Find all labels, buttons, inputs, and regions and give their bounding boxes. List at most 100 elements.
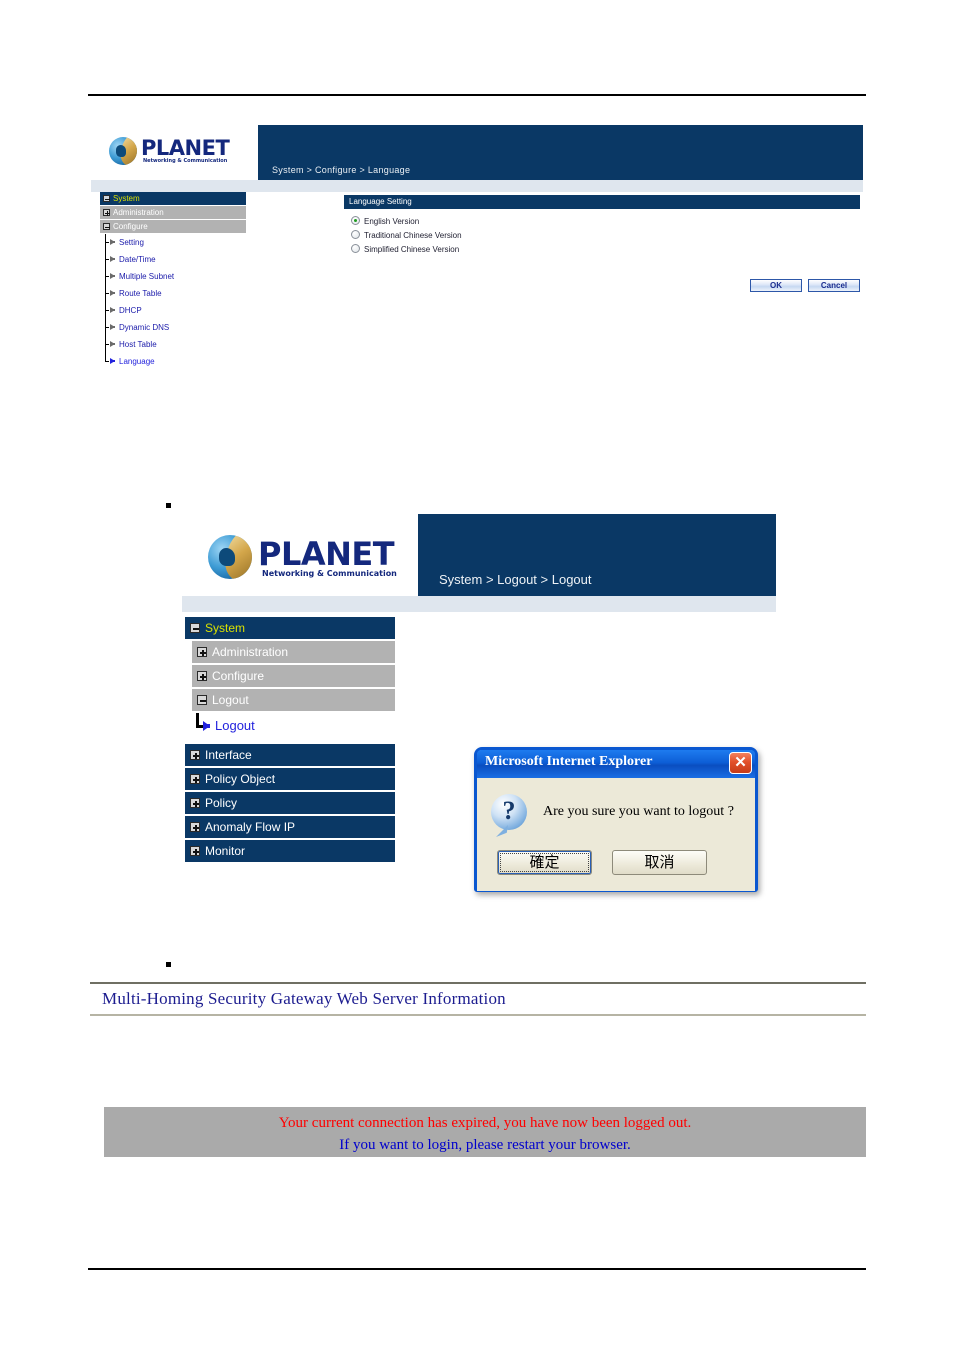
figure1-banner: System > Configure > Language bbox=[258, 125, 863, 180]
globe-icon bbox=[109, 137, 137, 165]
sidebar-item-language[interactable]: Language bbox=[100, 353, 246, 370]
radio-option-traditional-chinese[interactable]: Traditional Chinese Version bbox=[351, 229, 860, 243]
sidebar-item-label: Logout bbox=[215, 718, 255, 733]
arrow-right-icon bbox=[110, 273, 115, 279]
arrow-right-icon bbox=[110, 239, 115, 245]
plus-box-icon bbox=[103, 209, 110, 216]
radio-label: Simplified Chinese Version bbox=[364, 245, 460, 254]
radio-label: Traditional Chinese Version bbox=[364, 231, 462, 240]
sidebar-item-policy[interactable]: Policy bbox=[185, 792, 395, 814]
arrow-right-icon bbox=[110, 324, 115, 330]
sidebar-item-label: Configure bbox=[113, 222, 148, 231]
sidebar-item-label: System bbox=[205, 621, 246, 635]
dialog-ok-button[interactable]: 確定 bbox=[497, 850, 592, 875]
sidebar-item-logout[interactable]: Logout bbox=[185, 713, 395, 739]
sidebar-item-label: DHCP bbox=[119, 306, 142, 315]
sidebar-item-label: Policy bbox=[205, 796, 238, 810]
sidebar-item-label: Monitor bbox=[205, 844, 246, 858]
arrow-right-icon bbox=[110, 256, 115, 262]
minus-box-icon bbox=[190, 623, 200, 633]
sidebar-item-dynamic-dns[interactable]: Dynamic DNS bbox=[100, 319, 246, 336]
dialog-button-row: 確定 取消 bbox=[497, 850, 707, 875]
globe-icon bbox=[208, 535, 252, 579]
sidebar-item-label: Administration bbox=[212, 645, 289, 659]
logout-screenshot: PLANET Networking & Communication System… bbox=[182, 514, 776, 892]
sidebar-item-dhcp[interactable]: DHCP bbox=[100, 302, 246, 319]
planet-wordmark: PLANET bbox=[141, 136, 230, 160]
sidebar-item-anomaly-flow-ip[interactable]: Anomaly Flow IP bbox=[185, 816, 395, 838]
tree-connector bbox=[105, 251, 109, 268]
sidebar-item-configure[interactable]: Configure bbox=[192, 665, 395, 687]
sidebar-item-label: Date/Time bbox=[119, 255, 156, 264]
planet-wordmark: PLANET bbox=[258, 535, 395, 573]
sidebar-item-label: Interface bbox=[205, 748, 252, 762]
radio-icon[interactable] bbox=[351, 244, 360, 253]
sidebar-item-label: Anomaly Flow IP bbox=[205, 820, 296, 834]
arrow-right-icon bbox=[110, 290, 115, 296]
sidebar-item-label: Configure bbox=[212, 669, 265, 683]
doc-bullet-2 bbox=[166, 962, 171, 967]
language-setting-screenshot: PLANET Networking & Communication System… bbox=[91, 125, 863, 400]
cancel-button[interactable]: Cancel bbox=[808, 279, 860, 292]
figure1-body: System Administration Configure Setting … bbox=[91, 192, 863, 400]
sidebar-item-label: Host Table bbox=[119, 340, 157, 349]
sidebar-item-monitor[interactable]: Monitor bbox=[185, 840, 395, 862]
sidebar-item-policy-object[interactable]: Policy Object bbox=[185, 768, 395, 790]
tree-connector bbox=[105, 302, 109, 319]
dialog-title: Microsoft Internet Explorer bbox=[485, 754, 653, 769]
language-radio-group: English Version Traditional Chinese Vers… bbox=[344, 209, 860, 257]
radio-icon[interactable] bbox=[351, 230, 360, 239]
dialog-cancel-button[interactable]: 取消 bbox=[612, 850, 707, 875]
expired-message-line-1: Your current connection has expired, you… bbox=[278, 1115, 692, 1131]
sidebar-item-administration[interactable]: Administration bbox=[100, 206, 246, 219]
radio-option-english[interactable]: English Version bbox=[351, 215, 860, 229]
sidebar-item-label: Administration bbox=[113, 208, 164, 217]
logout-confirm-dialog: Microsoft Internet Explorer ✕ ? Are you … bbox=[474, 747, 758, 892]
arrow-right-icon bbox=[110, 307, 115, 313]
page-top-rule bbox=[88, 94, 866, 96]
arrow-right-icon bbox=[203, 721, 210, 731]
radio-option-simplified-chinese[interactable]: Simplified Chinese Version bbox=[351, 243, 860, 257]
sidebar-item-administration[interactable]: Administration bbox=[192, 641, 395, 663]
figure3-title-rule bbox=[90, 1014, 866, 1016]
sidebar-item-datetime[interactable]: Date/Time bbox=[100, 251, 246, 268]
sidebar-item-configure[interactable]: Configure bbox=[100, 220, 246, 233]
radio-icon[interactable] bbox=[351, 216, 360, 225]
sidebar-item-route-table[interactable]: Route Table bbox=[100, 285, 246, 302]
sidebar-item-label: Route Table bbox=[119, 289, 162, 298]
sidebar-item-label: System bbox=[113, 194, 140, 203]
plus-box-icon bbox=[197, 647, 207, 657]
minus-box-icon bbox=[103, 223, 110, 230]
web-server-information-screenshot: Multi-Homing Security Gateway Web Server… bbox=[90, 982, 866, 1162]
figure2-sidebar: System Administration Configure Logout L… bbox=[185, 617, 395, 864]
sidebar-item-logout-group[interactable]: Logout bbox=[192, 689, 395, 711]
planet-tagline: Networking & Communication bbox=[262, 569, 397, 578]
planet-tagline: Networking & Communication bbox=[143, 158, 228, 164]
figure1-logo-cell: PLANET Networking & Communication bbox=[91, 125, 258, 180]
sidebar-item-system[interactable]: System bbox=[185, 617, 395, 639]
panel-button-row: OK Cancel bbox=[750, 279, 860, 292]
breadcrumb: System > Logout > Logout bbox=[439, 572, 592, 587]
sidebar-item-label: Setting bbox=[119, 238, 144, 247]
sidebar-item-system[interactable]: System bbox=[100, 192, 246, 205]
figure2-subbar bbox=[182, 596, 776, 612]
expired-message-line-2: If you want to login, please restart you… bbox=[339, 1137, 631, 1153]
breadcrumb: System > Configure > Language bbox=[272, 165, 411, 175]
tree-connector bbox=[105, 319, 109, 336]
ok-button[interactable]: OK bbox=[750, 279, 802, 292]
plus-box-icon bbox=[190, 846, 200, 856]
language-setting-panel: Language Setting English Version Traditi… bbox=[344, 195, 860, 292]
dialog-body: ? Are you sure you want to logout ? 確定 取… bbox=[477, 778, 755, 891]
plus-box-icon bbox=[190, 798, 200, 808]
figure2-body: System Administration Configure Logout L… bbox=[182, 612, 776, 892]
sidebar-item-label: Dynamic DNS bbox=[119, 323, 170, 332]
sidebar-item-label: Multiple Subnet bbox=[119, 272, 175, 281]
close-icon[interactable]: ✕ bbox=[729, 752, 752, 774]
sidebar-item-host-table[interactable]: Host Table bbox=[100, 336, 246, 353]
minus-box-icon bbox=[103, 195, 110, 202]
sidebar-item-interface[interactable]: Interface bbox=[185, 744, 395, 766]
sidebar-item-multiple-subnet[interactable]: Multiple Subnet bbox=[100, 268, 246, 285]
tree-connector bbox=[105, 353, 109, 362]
sidebar-item-setting[interactable]: Setting bbox=[100, 234, 246, 251]
session-expired-message-box: Your current connection has expired, you… bbox=[104, 1107, 866, 1157]
